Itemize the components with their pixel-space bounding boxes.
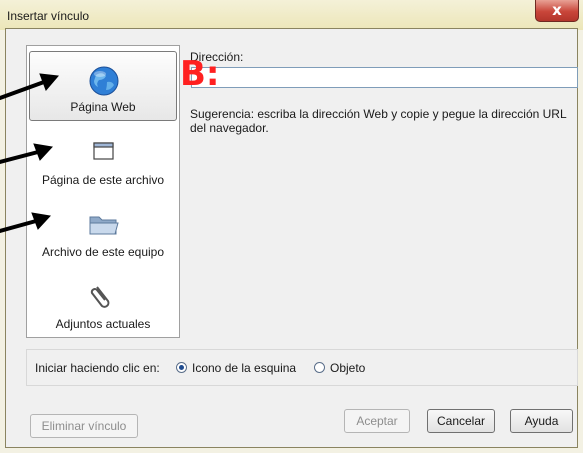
- arrow-to-web-page: [0, 80, 46, 100]
- annotation-arrows: [0, 73, 59, 233]
- arrow-head: [33, 143, 53, 161]
- arrow-to-this-computer: [0, 219, 38, 233]
- arrow-to-this-file: [0, 150, 40, 164]
- arrow-head: [39, 73, 59, 91]
- arrow-head: [31, 212, 51, 230]
